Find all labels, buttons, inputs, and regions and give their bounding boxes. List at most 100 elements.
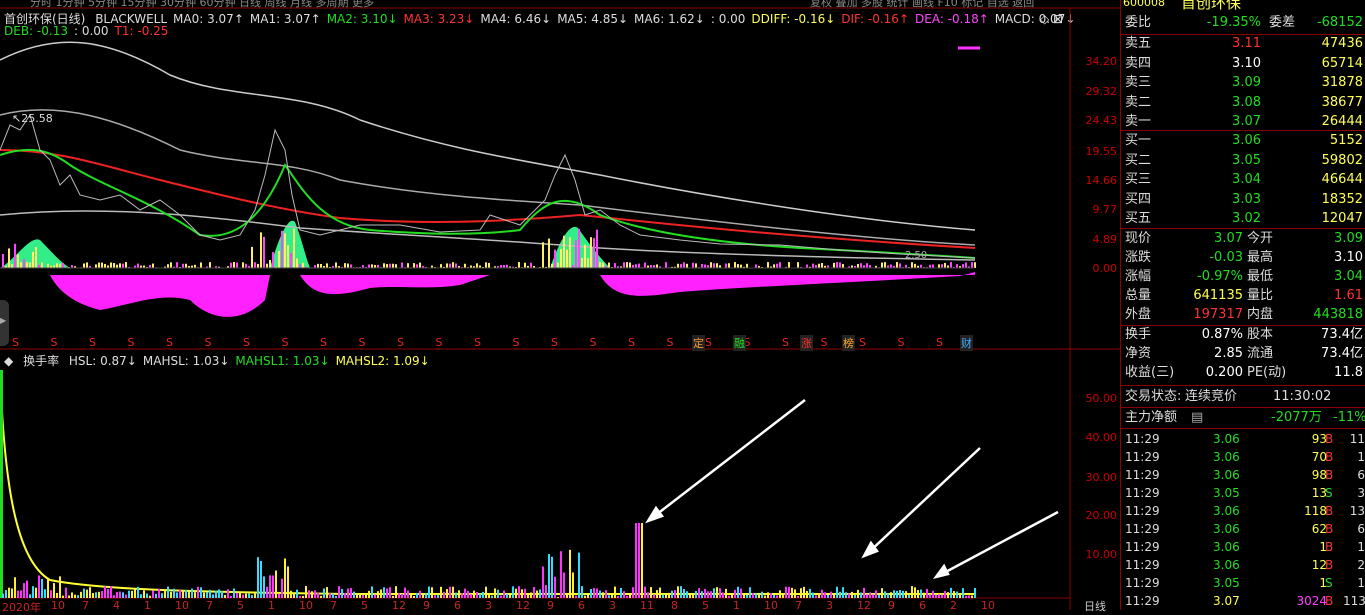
turnover-bar <box>239 592 241 598</box>
turnover-bar <box>386 588 388 598</box>
turnover-bar <box>794 589 796 598</box>
quote-label: 外盘 <box>1125 306 1151 324</box>
volume-bar <box>260 232 262 268</box>
order-volume: 26444 <box>1301 113 1363 131</box>
tick-row[interactable]: 11:293.0612B2 <box>1121 556 1365 574</box>
volume-bar <box>41 262 43 268</box>
event-marker[interactable]: S <box>705 336 712 349</box>
tick-row[interactable]: 11:293.0670B1 <box>1121 448 1365 466</box>
chart-area[interactable]: 分时 1分钟 5分钟 15分钟 30分钟 60分钟 日线 周线 月线 多周期 更… <box>0 0 1120 610</box>
event-marker[interactable]: S <box>667 336 674 349</box>
turnover-bar <box>770 593 772 598</box>
event-marker[interactable]: S <box>436 336 443 349</box>
turnover-bar <box>854 595 856 598</box>
event-marker[interactable]: S <box>936 336 943 349</box>
event-marker[interactable]: S <box>782 336 789 349</box>
turnover-bar <box>161 593 163 598</box>
quote-label: 内盘 <box>1247 306 1273 324</box>
trade-time: 11:30:02 <box>1273 388 1331 406</box>
tick-price: 3.06 <box>1213 502 1240 520</box>
volume-bar <box>26 262 28 268</box>
event-marker[interactable]: S <box>128 336 135 349</box>
turnover-bar <box>899 590 901 598</box>
tick-row[interactable]: 11:293.06118B13 <box>1121 502 1365 520</box>
event-tag[interactable]: 涨 <box>800 335 813 351</box>
volume-bar <box>974 262 976 268</box>
x-tick-label: 12 <box>516 599 530 612</box>
volume-bar <box>446 263 448 268</box>
volume-bar <box>395 264 397 268</box>
chevron-right-icon: ▶ <box>0 316 9 325</box>
main-net-row[interactable]: 主力净额 ▤ -2077万 -11% <box>1121 409 1365 427</box>
turnover-bar <box>620 588 622 598</box>
event-marker[interactable]: S <box>821 336 828 349</box>
event-marker[interactable]: S <box>590 336 597 349</box>
turnover-bar <box>578 553 580 598</box>
event-marker[interactable]: S <box>474 336 481 349</box>
turnover-bar <box>497 590 499 598</box>
quote-row: 现价3.07今开3.09 <box>1121 230 1365 248</box>
event-tag[interactable]: 榜 <box>842 335 855 351</box>
tick-volume: 1 <box>1281 574 1327 592</box>
event-marker[interactable]: S <box>628 336 635 349</box>
event-marker[interactable]: S <box>243 336 250 349</box>
list-icon[interactable]: ▤ <box>1191 409 1203 427</box>
event-marker[interactable]: S <box>89 336 96 349</box>
turnover-bar <box>803 587 805 598</box>
turnover-bar <box>98 592 100 598</box>
event-marker[interactable]: S <box>205 336 212 349</box>
turnover-bar <box>812 593 814 598</box>
quote-label: 最低 <box>1247 268 1273 286</box>
event-marker[interactable]: S <box>166 336 173 349</box>
period-label[interactable]: 日线 <box>1084 598 1106 614</box>
event-marker[interactable]: S <box>859 336 866 349</box>
order-volume: 46644 <box>1301 171 1363 189</box>
event-marker[interactable]: S <box>898 336 905 349</box>
tick-row[interactable]: 11:293.073024B113 <box>1121 592 1365 610</box>
volume-bar <box>590 237 592 268</box>
volume-bar <box>416 264 418 268</box>
event-marker[interactable]: S <box>359 336 366 349</box>
volume-bar <box>125 262 127 268</box>
tick-row[interactable]: 11:293.061B1 <box>1121 538 1365 556</box>
volume-bar <box>407 263 409 268</box>
event-marker[interactable]: S <box>397 336 404 349</box>
turnover-bar <box>596 589 598 598</box>
turnover-bar <box>653 594 655 598</box>
tick-row[interactable]: 11:293.0662B6 <box>1121 520 1365 538</box>
kline-chart-canvas[interactable]: ↖25.58 2.50 <box>0 0 1120 610</box>
tick-count: 1 <box>1343 538 1365 556</box>
tick-row[interactable]: 11:293.0693B11 <box>1121 430 1365 448</box>
volume-bar <box>113 263 115 268</box>
event-marker[interactable]: S <box>12 336 19 349</box>
wei-bi-row: 委比 -19.35% 委差 -68152 <box>1121 14 1365 32</box>
tick-row[interactable]: 11:293.0698B6 <box>1121 466 1365 484</box>
event-tag[interactable]: 融 <box>733 335 746 351</box>
event-marker[interactable]: S <box>513 336 520 349</box>
ma-line-white-1 <box>0 42 975 230</box>
quote-label: 总量 <box>1125 287 1151 305</box>
turnover-bar <box>575 596 577 598</box>
turnover-bar <box>548 554 550 598</box>
volume-bar <box>449 264 451 268</box>
order-price: 3.05 <box>1201 152 1261 170</box>
tick-row[interactable]: 11:293.051S1 <box>1121 574 1365 592</box>
event-marker[interactable]: S <box>51 336 58 349</box>
volume-bar <box>455 263 457 268</box>
side-panel-handle[interactable]: ▶ <box>0 300 9 346</box>
volume-bar <box>392 264 394 268</box>
turnover-bar <box>926 589 928 598</box>
volume-bar <box>833 263 835 268</box>
turnover-bar <box>686 591 688 598</box>
event-tag[interactable]: 财 <box>960 335 973 351</box>
turnover-bar <box>185 590 187 598</box>
collapse-icon[interactable]: ◆ <box>4 354 13 368</box>
trade-status-value: 连续竞价 <box>1185 388 1237 406</box>
event-tag[interactable]: 定 <box>692 335 705 351</box>
order-label: 卖一 <box>1125 113 1151 131</box>
turnover-bar <box>194 592 196 598</box>
tick-row[interactable]: 11:293.0513S3 <box>1121 484 1365 502</box>
event-marker[interactable]: S <box>320 336 327 349</box>
event-marker[interactable]: S <box>282 336 289 349</box>
event-marker[interactable]: S <box>551 336 558 349</box>
